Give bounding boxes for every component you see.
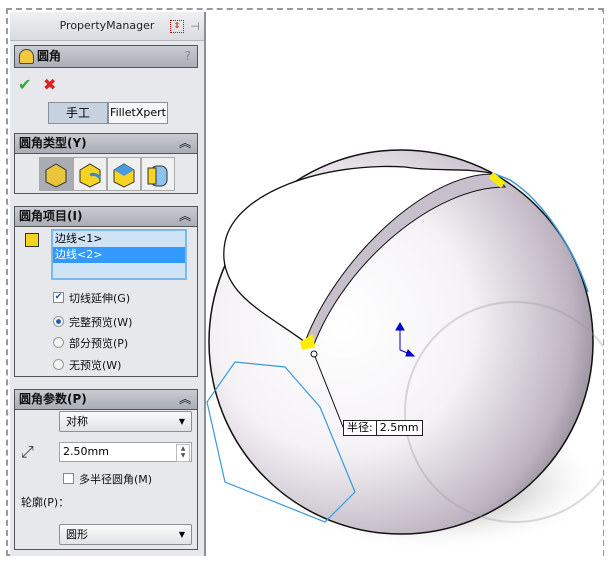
collapse-chevron-icon[interactable]: ︽ (179, 207, 191, 226)
callout-handle[interactable] (310, 350, 318, 358)
dropdown-value: 对称 (66, 415, 88, 428)
multi-radius-checkbox[interactable] (63, 473, 74, 484)
full-preview-label: 完整预览(W) (69, 316, 133, 329)
fillet-params-header[interactable]: 圆角参数(P) ︽ (14, 389, 198, 410)
list-item[interactable]: 边线<1> (53, 231, 185, 247)
callout-label: 半径: (344, 421, 377, 435)
panel-title: PropertyManager (59, 19, 155, 32)
multi-radius-label: 多半径圆角(M) (79, 473, 153, 486)
full-round-fillet-icon[interactable] (141, 157, 175, 191)
section-title: 圆角参数(P) (19, 392, 87, 406)
partial-preview-label: 部分预览(P) (69, 337, 129, 350)
radius-value[interactable]: 2.50mm (63, 445, 109, 458)
fillet-method-dropdown[interactable]: 对称 ▼ (59, 411, 192, 432)
radius-spinner[interactable]: ▲ ▼ (176, 444, 190, 462)
pin-icon[interactable]: ⊣ (190, 13, 200, 41)
property-manager-panel: PropertyManager ⇕ ⊣ 圆角 ? ✔ ✖ 手工 FilletXp… (10, 12, 206, 556)
list-item-selected[interactable]: 边线<2> (53, 247, 185, 263)
fillet-feature-icon (19, 49, 34, 64)
dropdown-value: 圆形 (66, 528, 88, 541)
collapse-icon[interactable]: ⇕ (170, 20, 184, 33)
constant-radius-fillet-icon[interactable] (39, 157, 73, 191)
radius-callout[interactable]: 半径: 2.5mm (343, 420, 423, 436)
partial-preview-radio[interactable] (53, 337, 64, 348)
filletxpert-tab[interactable]: FilletXpert (108, 102, 168, 124)
graphics-viewport[interactable] (205, 12, 603, 556)
feature-title: 圆角 (37, 49, 62, 63)
full-preview-radio[interactable] (53, 316, 64, 327)
face-fillet-icon[interactable] (107, 157, 141, 191)
fillet-type-section (14, 154, 198, 194)
edge-selection-icon (25, 233, 39, 247)
profile-label: 轮廓(P)： (21, 496, 70, 509)
fillet-items-header[interactable]: 圆角项目(I) ︽ (14, 206, 198, 227)
radius-input[interactable]: 2.50mm ▲ ▼ (59, 442, 192, 462)
help-icon[interactable]: ? (185, 46, 191, 67)
panel-titlebar: PropertyManager ⇕ ⊣ (10, 12, 204, 41)
collapse-chevron-icon[interactable]: ︽ (179, 134, 191, 153)
chevron-down-icon: ▼ (178, 417, 185, 426)
ok-check-icon[interactable]: ✔ (18, 75, 31, 94)
tangent-propagation-checkbox[interactable]: ✔ (53, 292, 64, 303)
radius-icon: ⤢ (21, 442, 34, 461)
fillet-type-header[interactable]: 圆角类型(Y) ︽ (14, 133, 198, 154)
variable-radius-fillet-icon[interactable] (73, 157, 107, 191)
feature-header: 圆角 ? (14, 45, 198, 68)
manual-tab[interactable]: 手工 (48, 102, 108, 124)
cancel-x-icon[interactable]: ✖ (43, 75, 56, 94)
callout-value[interactable]: 2.5mm (377, 421, 422, 435)
profile-dropdown[interactable]: 圆形 ▼ (59, 524, 192, 545)
chevron-down-icon: ▼ (178, 530, 185, 539)
fillet-items-section: 边线<1> 边线<2> ✔ 切线延伸(G) 完整预览(W) 部分预览(P) 无预… (14, 227, 198, 377)
section-title: 圆角类型(Y) (19, 136, 87, 150)
no-preview-radio[interactable] (53, 359, 64, 370)
collapse-chevron-icon[interactable]: ︽ (179, 390, 191, 409)
section-title: 圆角项目(I) (19, 209, 83, 223)
fillet-params-section: 对称 ▼ ⤢ 2.50mm ▲ ▼ 多半径圆角(M) 轮廓(P)： 圆形 ▼ (14, 410, 198, 550)
tangent-propagation-label: 切线延伸(G) (69, 292, 131, 305)
no-preview-label: 无预览(W) (69, 359, 122, 372)
edges-listbox[interactable]: 边线<1> 边线<2> (51, 229, 187, 280)
